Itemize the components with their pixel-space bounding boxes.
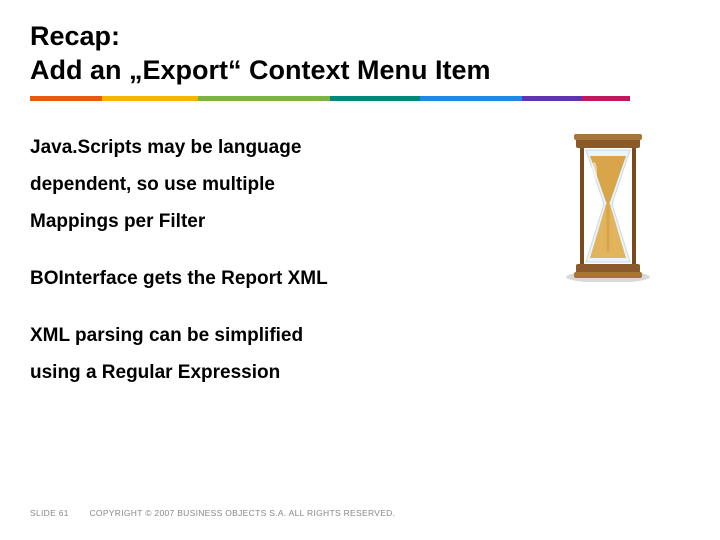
copyright-text: COPYRIGHT © 2007 BUSINESS OBJECTS S.A. A… xyxy=(89,508,395,518)
slide-title: Recap: Add an „Export“ Context Menu Item xyxy=(30,20,690,88)
footer: SLIDE 61 COPYRIGHT © 2007 BUSINESS OBJEC… xyxy=(30,508,395,518)
hourglass-icon xyxy=(548,132,668,282)
bullet-text: XML parsing can be simplified xyxy=(30,317,470,354)
bullet-text: using a Regular Expression xyxy=(30,354,470,391)
title-line-2: Add an „Export“ Context Menu Item xyxy=(30,54,690,88)
bullet-text: Java.Scripts may be language xyxy=(30,129,470,166)
slide: Recap: Add an „Export“ Context Menu Item… xyxy=(0,0,720,540)
bullet-group-3: XML parsing can be simplified using a Re… xyxy=(30,317,690,391)
bullet-text: BOInterface gets the Report XML xyxy=(30,260,470,297)
bullet-text: Mappings per Filter xyxy=(30,203,470,240)
divider-rainbow xyxy=(30,96,630,101)
slide-number: SLIDE 61 xyxy=(30,508,69,518)
bullet-text: dependent, so use multiple xyxy=(30,166,470,203)
title-line-1: Recap: xyxy=(30,20,690,54)
